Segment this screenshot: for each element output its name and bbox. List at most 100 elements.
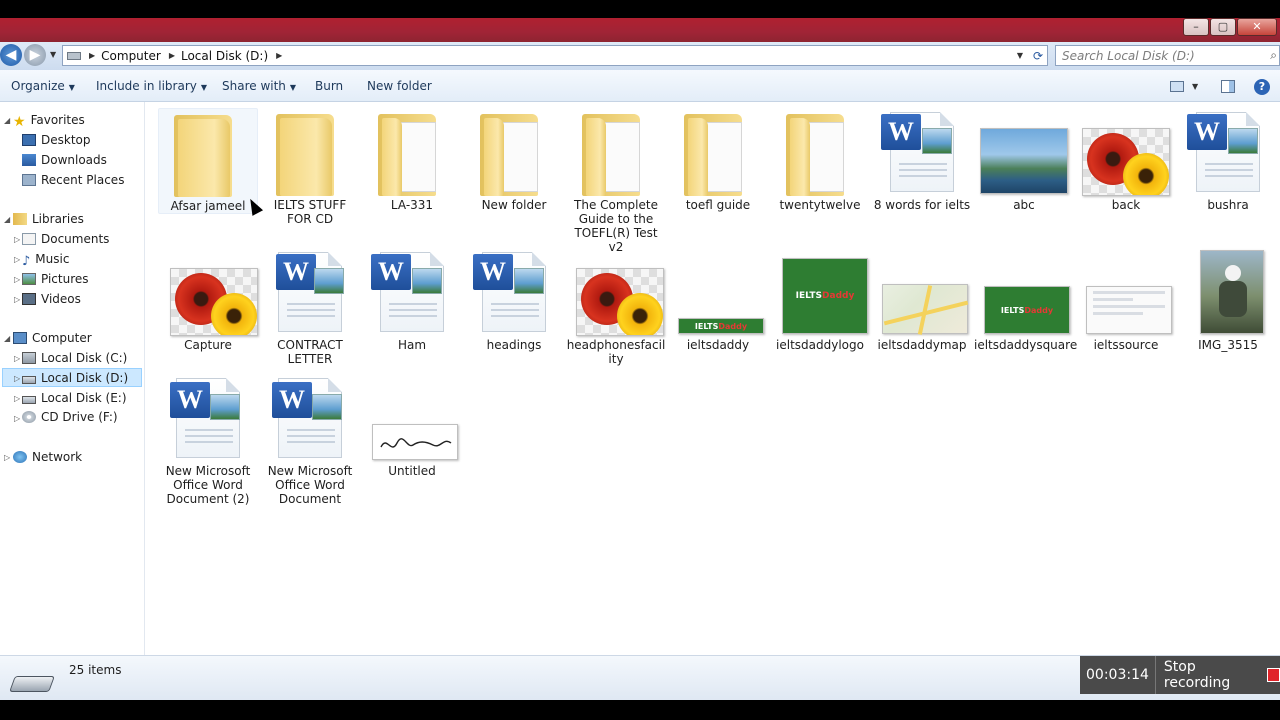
sidebar-item-documents[interactable]: Documents — [22, 232, 109, 246]
expand-arrow-icon[interactable]: ▷ — [14, 255, 20, 264]
stop-square-icon[interactable] — [1266, 668, 1280, 682]
file-item-ieltsdaddymap[interactable]: ieltsdaddymap — [872, 248, 972, 352]
chevron-down-icon: ▼ — [68, 83, 75, 92]
view-dropdown-icon[interactable]: ▼ — [1192, 82, 1198, 91]
back-button[interactable]: ◀ — [0, 44, 22, 66]
sidebar-item-local-disk-d[interactable]: Local Disk (D:) — [22, 371, 128, 385]
file-item-bushra[interactable]: W bushra — [1178, 108, 1278, 212]
expand-arrow-icon[interactable]: ▷ — [14, 295, 20, 304]
sidebar-item-downloads[interactable]: Downloads — [22, 153, 107, 167]
close-button[interactable]: ✕ — [1237, 18, 1277, 36]
chevron-right-icon[interactable]: ▶ — [89, 51, 95, 60]
word-document-icon: W — [1184, 108, 1272, 196]
image-thumbnail-icon — [572, 248, 664, 336]
search-icon[interactable]: ⌕ — [1270, 48, 1277, 63]
explorer-window: – ▢ ✕ ◀ ▶ ▼ ▶ Computer ▶ Local Disk (D:)… — [0, 0, 1280, 720]
help-icon[interactable]: ? — [1254, 79, 1270, 95]
file-label: ieltsdaddy — [686, 338, 750, 352]
file-item-abc[interactable]: abc — [974, 108, 1074, 212]
minimize-button[interactable]: – — [1183, 18, 1209, 36]
expand-arrow-icon[interactable]: ▷ — [14, 235, 20, 244]
file-item-contract-letter[interactable]: W CONTRACT LETTER — [260, 248, 360, 366]
search-input[interactable]: Search Local Disk (D:) ⌕ — [1055, 45, 1280, 66]
logo-square: IELTS Daddy — [782, 258, 868, 334]
collapse-arrow-icon[interactable]: ◢ — [4, 215, 10, 224]
forward-button[interactable]: ▶ — [24, 44, 46, 66]
file-item-img-3515[interactable]: IMG_3515 — [1178, 248, 1278, 352]
sidebar-computer[interactable]: Computer — [13, 331, 92, 345]
collapse-arrow-icon[interactable]: ◢ — [4, 116, 10, 125]
sidebar-item-recent-places[interactable]: Recent Places — [22, 173, 124, 187]
refresh-icon[interactable]: ⟳ — [1033, 49, 1043, 63]
file-item-complete-guide-toefl[interactable]: The Complete Guide to the TOEFL(R) Test … — [566, 108, 666, 254]
preview-pane-icon[interactable] — [1221, 80, 1235, 93]
file-item-headings[interactable]: W headings — [464, 248, 564, 352]
chevron-right-icon[interactable]: ▶ — [169, 51, 175, 60]
sidebar-item-videos[interactable]: Videos — [22, 292, 81, 306]
word-document-icon: W — [470, 248, 558, 336]
new-folder-button[interactable]: New folder — [367, 79, 432, 93]
file-item-ieltsdaddy[interactable]: IELTS Daddy ieltsdaddy — [668, 248, 768, 352]
address-dropdown-icon[interactable]: ▼ — [1017, 51, 1023, 60]
sidebar-item-music[interactable]: ♪ Music — [22, 252, 69, 269]
burn-button[interactable]: Burn — [315, 79, 343, 93]
file-item-new-ms-word-doc-2[interactable]: W New Microsoft Office Word Document (2) — [158, 374, 258, 506]
expand-arrow-icon[interactable]: ▷ — [4, 453, 10, 462]
documents-icon — [22, 233, 36, 245]
image-thumbnail-icon — [1082, 108, 1170, 196]
collapse-arrow-icon[interactable]: ◢ — [4, 334, 10, 343]
organize-button[interactable]: Organize ▼ — [11, 79, 75, 93]
expand-arrow-icon[interactable]: ▷ — [14, 275, 20, 284]
sidebar-network[interactable]: Network — [13, 450, 82, 464]
file-item-ieltsdaddylogo[interactable]: IELTS Daddy ieltsdaddylogo — [770, 248, 870, 352]
sidebar-item-cd-drive-f[interactable]: CD Drive (F:) — [22, 410, 118, 424]
expand-arrow-icon[interactable]: ▷ — [14, 354, 20, 363]
file-item-ieltssource[interactable]: ieltssource — [1076, 248, 1176, 352]
network-icon — [13, 451, 27, 463]
include-in-library-button[interactable]: Include in library ▼ — [96, 79, 207, 93]
expand-arrow-icon[interactable]: ▷ — [14, 374, 20, 383]
bottom-letterbox — [0, 700, 1280, 720]
file-item-ham[interactable]: W Ham — [362, 248, 462, 352]
drive-icon — [22, 396, 36, 404]
chevron-right-icon[interactable]: ▶ — [276, 51, 282, 60]
file-label: abc — [1013, 198, 1035, 212]
share-with-button[interactable]: Share with ▼ — [222, 79, 296, 93]
address-bar[interactable]: ▶ Computer ▶ Local Disk (D:) ▶ ▼ ⟳ — [62, 45, 1048, 66]
file-item-headphonesfacility[interactable]: headphonesfacility — [566, 248, 666, 366]
breadcrumb-local-disk-d[interactable]: Local Disk (D:) — [181, 49, 268, 63]
stop-recording-button[interactable]: Stop recording — [1156, 659, 1267, 691]
top-letterbox — [0, 0, 1280, 18]
sidebar-item-local-disk-e[interactable]: Local Disk (E:) — [22, 391, 127, 405]
file-item-capture[interactable]: Capture — [158, 248, 258, 352]
file-item-ielts-stuff-for-cd[interactable]: IELTS STUFF FOR CD — [260, 108, 360, 226]
file-item-la-331[interactable]: LA-331 — [362, 108, 462, 212]
sidebar-item-local-disk-c[interactable]: Local Disk (C:) — [22, 351, 127, 365]
image-thumbnail-icon — [164, 248, 258, 336]
sidebar-libraries[interactable]: Libraries — [13, 212, 84, 226]
sidebar-item-desktop[interactable]: Desktop — [22, 133, 91, 147]
expand-arrow-icon[interactable]: ▷ — [14, 394, 20, 403]
recent-pages-dropdown[interactable]: ▼ — [50, 50, 56, 59]
folder-icon — [776, 108, 864, 196]
maximize-button[interactable]: ▢ — [1210, 18, 1236, 36]
file-item-back[interactable]: back — [1076, 108, 1176, 212]
title-bar[interactable] — [0, 18, 1280, 42]
file-item-ieltsdaddysquare[interactable]: IELTS Daddy ieltsdaddysquare — [974, 248, 1077, 352]
file-item-new-folder[interactable]: New folder — [464, 108, 564, 212]
file-item-new-ms-word-doc[interactable]: W New Microsoft Office Word Document — [260, 374, 360, 506]
image-thumbnail-icon: IELTS Daddy — [776, 248, 868, 336]
file-item-8-words-for-ielts[interactable]: W 8 words for ielts — [872, 108, 972, 212]
folder-icon — [470, 108, 558, 196]
file-item-twentytwelve[interactable]: twentytwelve — [770, 108, 870, 212]
expand-arrow-icon[interactable]: ▷ — [14, 414, 20, 423]
drive-icon — [67, 51, 81, 60]
breadcrumb-computer[interactable]: Computer — [101, 49, 161, 63]
sidebar-item-pictures[interactable]: Pictures — [22, 272, 89, 286]
file-item-toefl-guide[interactable]: toefl guide — [668, 108, 768, 212]
change-view-icon[interactable] — [1170, 81, 1184, 92]
file-label: New Microsoft Office Word Document (2) — [165, 464, 251, 506]
file-item-afsar-jameel[interactable]: Afsar jameel — [158, 108, 258, 214]
file-item-untitled[interactable]: Untitled — [362, 374, 462, 478]
sidebar-favorites[interactable]: ★ Favorites — [13, 113, 85, 130]
